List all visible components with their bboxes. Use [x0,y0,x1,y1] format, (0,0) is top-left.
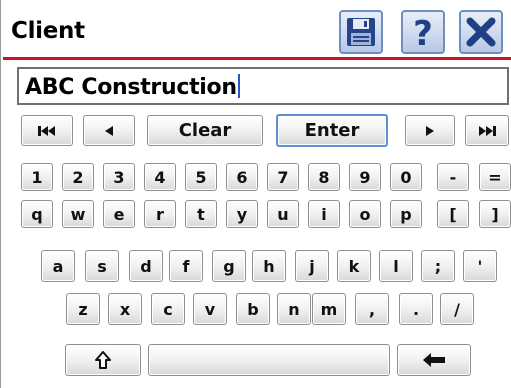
key-3[interactable]: 3 [103,163,135,191]
key-p[interactable]: p [390,200,422,228]
key-5[interactable]: 5 [185,163,217,191]
save-button[interactable] [339,10,383,54]
shift-key[interactable] [65,344,141,376]
key-j[interactable]: j [295,250,329,282]
key-slash[interactable]: / [440,293,474,325]
skip-to-start-icon [38,125,55,136]
key-s[interactable]: s [85,250,119,282]
enter-button[interactable]: Enter [276,114,388,147]
key-r[interactable]: r [144,200,176,228]
key-e[interactable]: e [103,200,135,228]
previous-button[interactable] [83,115,135,146]
key-7[interactable]: 7 [267,163,299,191]
key-equals[interactable]: = [479,163,511,191]
client-input-value: ABC Construction [25,74,240,100]
key-t[interactable]: t [185,200,217,228]
key-h[interactable]: h [252,250,286,282]
key-m[interactable]: m [312,293,346,325]
key-o[interactable]: o [349,200,381,228]
key-8[interactable]: 8 [308,163,340,191]
svg-text:?: ? [413,14,433,52]
key-g[interactable]: g [212,250,246,282]
key-left-bracket[interactable]: [ [437,200,469,228]
key-l[interactable]: l [379,250,413,282]
shift-arrow-icon [95,351,111,369]
key-comma[interactable]: , [355,293,389,325]
x-close-icon [466,17,496,47]
title-divider [3,57,511,60]
key-n[interactable]: n [277,293,311,325]
key-period[interactable]: . [399,293,433,325]
help-button[interactable]: ? [401,10,445,54]
skip-to-end-icon [479,125,496,136]
key-4[interactable]: 4 [144,163,176,191]
key-d[interactable]: d [129,250,163,282]
space-key[interactable] [148,344,390,376]
key-i[interactable]: i [308,200,340,228]
key-minus[interactable]: - [437,163,469,191]
left-triangle-icon [105,125,113,136]
key-semicolon[interactable]: ; [421,250,455,282]
last-button[interactable] [465,115,509,146]
key-k[interactable]: k [337,250,371,282]
client-input-screen: Client ? ABC Construction Clear Enter 1 … [0,0,511,388]
page-title: Client [11,18,85,44]
key-q[interactable]: q [21,200,53,228]
right-triangle-icon [426,125,434,136]
question-mark-icon: ? [413,14,433,52]
close-button[interactable] [459,10,503,54]
key-w[interactable]: w [62,200,94,228]
key-6[interactable]: 6 [226,163,258,191]
next-button[interactable] [405,115,455,146]
key-z[interactable]: z [66,293,100,325]
key-right-bracket[interactable]: ] [479,200,511,228]
key-u[interactable]: u [267,200,299,228]
key-2[interactable]: 2 [62,163,94,191]
key-f[interactable]: f [169,250,203,282]
backspace-arrow-icon [423,353,445,367]
key-9[interactable]: 9 [349,163,381,191]
first-button[interactable] [21,115,73,146]
floppy-disk-icon [347,18,375,46]
key-x[interactable]: x [108,293,142,325]
key-b[interactable]: b [236,293,270,325]
client-input-field[interactable]: ABC Construction [17,67,509,105]
key-0[interactable]: 0 [390,163,422,191]
backspace-key[interactable] [397,344,471,376]
key-1[interactable]: 1 [21,163,53,191]
key-v[interactable]: v [193,293,227,325]
key-y[interactable]: y [226,200,258,228]
text-caret [237,74,240,98]
key-c[interactable]: c [151,293,185,325]
key-a[interactable]: a [41,250,75,282]
clear-button[interactable]: Clear [147,115,263,146]
key-apostrophe[interactable]: ' [463,250,497,282]
